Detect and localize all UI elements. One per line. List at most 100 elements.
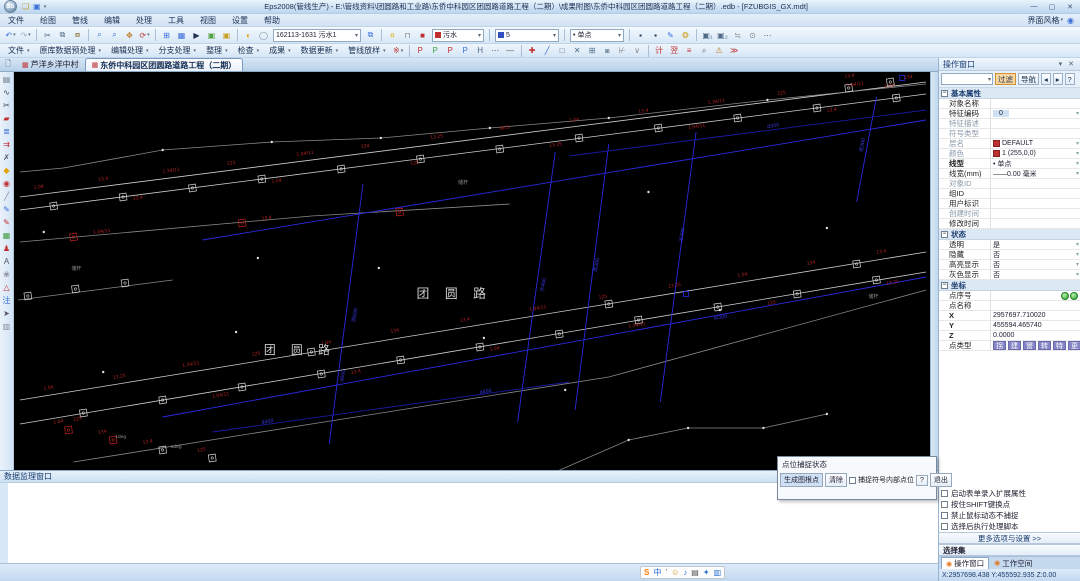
more-options-button[interactable]: 更多选项与设置 >> [939, 532, 1080, 544]
toolbar1-combo[interactable]: 5 ▾ [495, 28, 559, 42]
drawtool-icon-11[interactable]: ✎ [1, 216, 13, 228]
ui-style-label[interactable]: 界面风格 [1028, 15, 1060, 26]
toolbar1-icon-4[interactable]: ⧉ [56, 29, 69, 42]
toolbar1-icon-8[interactable]: ⌕ [108, 29, 121, 42]
toolbar2-menu-0[interactable]: 文件 ▾ [3, 44, 35, 57]
chevron-down-icon[interactable]: ▾ [1076, 241, 1079, 248]
toolbar2-icon-16[interactable]: ⊬ [616, 44, 629, 57]
property-value[interactable] [991, 199, 1080, 208]
toolbar1-icon-5[interactable]: ⧈ [71, 29, 84, 42]
menu-item-8[interactable]: 帮助 [256, 14, 288, 27]
help-icon[interactable]: ◉ [1067, 16, 1074, 25]
drawtool-icon-0[interactable]: ▤ [1, 73, 13, 85]
selection-set-button[interactable]: 选择集 [939, 544, 1080, 556]
toolbar1-icon-33[interactable]: ▪ [649, 29, 662, 42]
option-checkbox-3[interactable]: 选择后执行处理脚本 [941, 521, 1078, 532]
chevron-down-icon[interactable]: ▾ [1076, 170, 1079, 177]
property-value[interactable]: 拐建窨转特更 [991, 341, 1080, 350]
checkbox-icon[interactable] [849, 476, 856, 484]
property-value[interactable] [991, 99, 1080, 108]
clear-button[interactable]: 清除 [825, 473, 847, 487]
toolbar2-icon-0[interactable]: ※ ▾ [392, 44, 405, 57]
chevron-down-icon[interactable]: ▾ [1076, 110, 1079, 117]
toolbar1-icon-12[interactable]: ⊞ [160, 29, 173, 42]
toolbar2-icon-2[interactable]: P [414, 44, 427, 57]
toolbar2-icon-8[interactable]: — [504, 44, 517, 57]
checkbox-icon[interactable] [941, 523, 948, 530]
new-document-icon[interactable]: 🗋 [2, 59, 14, 71]
menu-item-0[interactable]: 文件 [0, 14, 32, 27]
menu-item-2[interactable]: 管线 [64, 14, 96, 27]
point-type-button-1[interactable]: 建 [1008, 341, 1021, 350]
toolbar2-icon-23[interactable]: ⚠ [713, 44, 726, 57]
collapse-icon[interactable]: − [941, 89, 948, 97]
drawtool-icon-3[interactable]: ▰ [1, 112, 13, 124]
toolbar2-icon-12[interactable]: □ [556, 44, 569, 57]
drawtool-icon-14[interactable]: A [1, 255, 13, 267]
point-type-button-3[interactable]: 转 [1038, 341, 1051, 350]
menu-item-4[interactable]: 处理 [128, 14, 160, 27]
ime-icon-4[interactable]: ♪ [683, 568, 687, 577]
toolbar2-menu-8[interactable]: 管线放样 ▾ [343, 44, 391, 57]
drawtool-icon-6[interactable]: ✗ [1, 151, 13, 163]
toolbar1-icon-9[interactable]: ✥ [123, 29, 136, 42]
map-canvas-container[interactable]: 1.04 13.4 1.34/11 125 1.04/11 134 13.25 W15 1.04… [14, 72, 930, 470]
property-value[interactable]: 2957697.710020 [991, 311, 1080, 320]
property-value[interactable]: 1 (255,0,0) ▾ [991, 149, 1080, 158]
toolbar2-icon-17[interactable]: ∨ [631, 44, 644, 57]
drawtool-icon-17[interactable]: 注 [1, 294, 13, 306]
property-value[interactable] [991, 129, 1080, 138]
point-type-button-5[interactable]: 更 [1068, 341, 1080, 350]
document-tab-0[interactable]: ▦ 芦洋乡洋中村 [16, 58, 85, 71]
chevron-down-icon[interactable]: ▾ [1076, 261, 1079, 268]
maximize-button[interactable]: ▢ [1044, 1, 1060, 12]
toolbar1-icon-19[interactable]: ◯ [257, 29, 270, 42]
property-value[interactable] [991, 189, 1080, 198]
drawtool-icon-18[interactable]: ➤ [1, 307, 13, 319]
generate-point-button[interactable]: 生成图根点 [780, 473, 823, 487]
toolbar2-menu-7[interactable]: 数据更新 ▾ [296, 44, 344, 57]
ime-icon-5[interactable]: ▤ [691, 568, 699, 577]
drawtool-icon-4[interactable]: ≣ [1, 125, 13, 137]
toolbar2-icon-21[interactable]: ≡ [683, 44, 696, 57]
toolbar2-icon-3[interactable]: P [429, 44, 442, 57]
snap-help-button[interactable]: ? [916, 474, 928, 486]
toolbar1-icon-15[interactable]: ▣ [205, 29, 218, 42]
menu-item-1[interactable]: 绘图 [32, 14, 64, 27]
drawtool-icon-15[interactable]: ❀ [1, 268, 13, 280]
toolbar1-icon-7[interactable]: ⌕ [93, 29, 106, 42]
cad-canvas[interactable]: 1.04 13.4 1.34/11 125 1.04/11 134 13.25 W15 1.04… [14, 72, 930, 470]
property-value[interactable]: 0.0000 [991, 331, 1080, 340]
toolbar1-icon-14[interactable]: ▶ [190, 29, 203, 42]
filter-button[interactable]: 过滤 [995, 73, 1016, 85]
chevron-down-icon[interactable]: ▾ [1076, 140, 1079, 147]
toolbar1-icon-35[interactable]: ❂ [679, 29, 692, 42]
drawtool-icon-12[interactable]: ▦ [1, 229, 13, 241]
drawtool-icon-2[interactable]: ✂ [1, 99, 13, 111]
close-button[interactable]: ✕ [1062, 1, 1078, 12]
toolbar2-menu-5[interactable]: 检查 ▾ [233, 44, 265, 57]
collapse-icon[interactable]: − [941, 230, 948, 238]
toolbar1-icon-41[interactable]: ⋯ [761, 29, 774, 42]
open-file-icon[interactable]: ❏ [22, 2, 29, 11]
ui-style-caret[interactable]: ▾ [1061, 17, 1064, 23]
toolbar1-icon-38[interactable]: ▣₂ [716, 29, 729, 42]
ime-icon-2[interactable]: ’ [665, 568, 667, 577]
navigate-button[interactable]: 导航 [1018, 73, 1039, 85]
chevron-down-icon[interactable]: ▾ [1076, 160, 1079, 167]
toolbar1-icon-10[interactable]: ⟳ ▾ [138, 29, 151, 42]
toolbar2-icon-15[interactable]: ⧆ [601, 44, 614, 57]
toolbar2-menu-4[interactable]: 整理 ▾ [201, 44, 233, 57]
checkbox-icon[interactable] [941, 512, 948, 519]
point-type-button-0[interactable]: 拐 [993, 341, 1006, 350]
toolbar1-icon-40[interactable]: ⊙ [746, 29, 759, 42]
toolbar1-icon-3[interactable]: ✂ [41, 29, 54, 42]
toolbar2-icon-20[interactable]: 翌 [668, 44, 681, 57]
ime-icon-1[interactable]: 中 [653, 567, 661, 578]
ime-icon-7[interactable]: ▥ [714, 568, 722, 577]
toolbar2-menu-1[interactable]: 原库数据预处理 ▾ [35, 44, 107, 57]
panel-tab-0[interactable]: ◉ 操作窗口 [941, 557, 990, 569]
toolbar1-icon-13[interactable]: ▦ [175, 29, 188, 42]
minimize-button[interactable]: — [1026, 1, 1042, 12]
panel-help-button[interactable]: ? [1064, 73, 1075, 85]
